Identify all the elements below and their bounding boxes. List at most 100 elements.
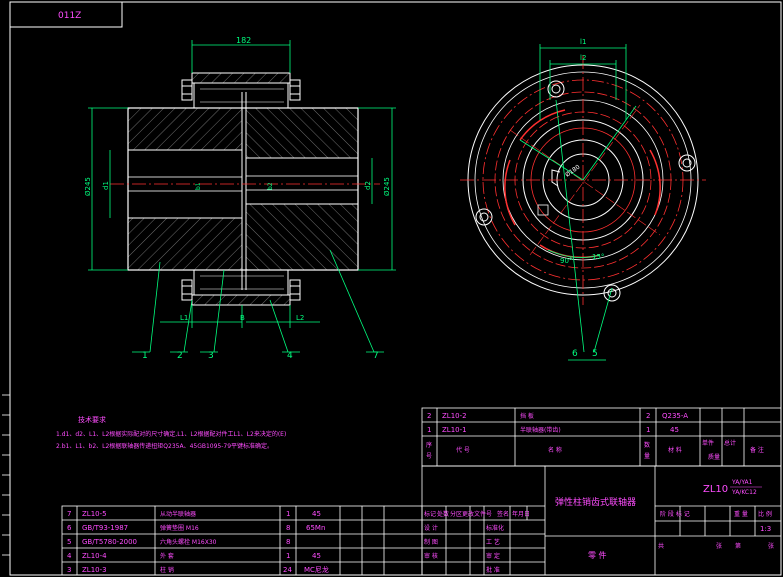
tb-change: 更改文件号 — [462, 510, 492, 518]
svg-text:5: 5 — [67, 538, 71, 546]
ph-remark: 备 注 — [750, 446, 764, 454]
svg-text:MC尼龙: MC尼龙 — [304, 565, 329, 574]
tb-review: 审 核 — [424, 552, 438, 560]
ph-no2: 号 — [426, 453, 432, 460]
svg-text:1: 1 — [286, 510, 290, 518]
tb-scale: 比 例 — [758, 510, 772, 518]
dim-d2: d2 — [364, 181, 372, 190]
svg-text:1: 1 — [286, 552, 290, 560]
left-edge-ticks — [2, 394, 10, 556]
dim-top-text: 182 — [236, 36, 251, 45]
tb-design: 设 计 — [424, 524, 438, 532]
tb-count: 处数 — [437, 510, 449, 518]
svg-text:Q235-A: Q235-A — [662, 412, 688, 420]
svg-text:GB/T93-1987: GB/T93-1987 — [82, 524, 128, 532]
tb-title: 弹性柱销齿式联轴器 — [555, 496, 636, 508]
tb-sheet-no: 第 — [735, 542, 741, 550]
tech-notes-line2: 2.b1、L1、b2、L2根据联轴器传递扭矩Q235A、45GB1095-79平… — [56, 442, 273, 450]
ph-qty: 数 — [644, 441, 650, 449]
svg-text:7: 7 — [67, 510, 71, 518]
svg-text:GB/T5780-2000: GB/T5780-2000 — [82, 538, 137, 546]
lower-part-row-7: 7 ZL10-5 从动半联轴器 1 45 — [67, 510, 321, 518]
tb-mark: 标记 — [424, 510, 436, 518]
center-dia-label: Ø180 — [564, 164, 581, 179]
svg-text:ZL10-1: ZL10-1 — [442, 426, 467, 434]
parts-list-upper-grid — [421, 407, 782, 467]
angle-15: 15° — [592, 253, 604, 261]
ph-unit: 单件 — [702, 439, 714, 447]
lower-part-row-6: 6 GB/T93-1987 弹簧垫圈 M16 8 65Mn — [67, 524, 325, 532]
svg-text:2: 2 — [427, 412, 431, 420]
svg-text:24: 24 — [283, 566, 292, 574]
right-keyway — [245, 175, 359, 191]
tb-spec2: YA/KC12 — [731, 489, 757, 496]
tb-stage: 阶 段 标 记 — [660, 510, 690, 518]
right-hub-lower — [245, 203, 359, 271]
drawing-frame — [9, 1, 782, 576]
balloon-6: 6 — [572, 349, 578, 359]
balloon-1: 1 — [142, 351, 148, 361]
tb-zone: 分区 — [450, 510, 462, 518]
top-sleeve — [191, 72, 291, 84]
dim-b1: b1 — [195, 182, 202, 190]
ph-no: 序 — [426, 441, 432, 449]
bottom-sleeve — [191, 294, 291, 306]
tb-approve: 批 准 — [486, 566, 500, 574]
tb-process: 工 艺 — [486, 538, 500, 546]
dim-l1: l1 — [580, 38, 586, 46]
dim-left-dia: Ø245 — [84, 177, 92, 196]
dim-B: B — [240, 314, 245, 322]
bottom-pins — [193, 269, 289, 296]
dim-L2: L2 — [296, 314, 304, 322]
lower-part-row-4: 4 ZL10-4 外 套 1 45 — [67, 552, 321, 560]
svg-text:45: 45 — [670, 426, 679, 434]
svg-text:6: 6 — [67, 524, 72, 532]
tb-sheet-total: 共 — [658, 542, 664, 550]
dim-L1: L1 — [180, 314, 188, 322]
svg-text:1: 1 — [427, 426, 431, 434]
dim-right-dia: Ø245 — [383, 177, 391, 196]
svg-text:六角头螺栓 M16X30: 六角头螺栓 M16X30 — [160, 538, 217, 546]
cad-drawing-canvas: 011Z 182 Ø245 d1 b1 Ø245 d2 b2 L1 L2 B 1… — [0, 0, 783, 577]
keyway-notch — [551, 169, 561, 187]
svg-text:1: 1 — [646, 426, 650, 434]
tech-notes-line1: 1.d1、d2、L1、L2根据实际配对的尺寸确定,L1、L2根据配对件工L1、L… — [56, 430, 286, 438]
ph-material: 材 料 — [668, 446, 682, 454]
lower-part-row-3: 3 ZL10-3 柱 销 24 MC尼龙 — [67, 565, 329, 574]
lower-part-row-5: 5 GB/T5780-2000 六角头螺栓 M16X30 8 — [67, 538, 290, 546]
svg-text:从动半联轴器: 从动半联轴器 — [160, 510, 196, 518]
right-bore — [245, 157, 359, 205]
svg-text:2: 2 — [646, 412, 650, 420]
svg-text:4: 4 — [67, 552, 72, 560]
svg-text:ZL10-2: ZL10-2 — [442, 412, 467, 420]
svg-text:3: 3 — [67, 566, 71, 574]
tb-part: 零 件 — [588, 550, 607, 560]
svg-text:外 套: 外 套 — [160, 552, 174, 560]
dim-d1: d1 — [102, 181, 110, 190]
tb-sheet: 张 — [716, 542, 722, 550]
left-hub-upper — [127, 107, 243, 151]
balloon-leaders-right — [555, 99, 613, 361]
left-hub-lower — [127, 217, 243, 271]
corner-tag: 011Z — [58, 11, 81, 21]
tech-notes-title: 技术要求 — [78, 415, 106, 424]
ph-name: 名 称 — [548, 446, 562, 454]
balloon-3: 3 — [208, 351, 214, 361]
upper-part-row-1: 1 ZL10-1 半联轴器(带齿) 1 45 — [427, 426, 679, 434]
tb-check: 审 定 — [486, 552, 500, 560]
svg-text:8: 8 — [286, 538, 290, 546]
svg-text:45: 45 — [312, 552, 321, 560]
balloon-4: 4 — [287, 351, 293, 361]
left-section-view: 182 Ø245 d1 b1 Ø245 d2 b2 L1 L2 B 1 2 3 … — [84, 36, 396, 361]
ph-mass: 质量 — [708, 453, 720, 461]
angle-90: 90° — [560, 257, 572, 265]
svg-text:弹簧垫圈 M16: 弹簧垫圈 M16 — [160, 524, 199, 532]
tb-code: ZL10 — [703, 484, 728, 495]
tb-weight: 重 量 — [734, 510, 748, 518]
right-end-view: l1 l2 Ø180 90° 15° 6 5 — [460, 38, 706, 361]
svg-text:柱 销: 柱 销 — [160, 566, 174, 574]
svg-text:ZL10-3: ZL10-3 — [82, 566, 107, 574]
tb-scale-value: 1:3 — [760, 525, 771, 533]
svg-text:8: 8 — [286, 524, 290, 532]
tb-drawing: 制 图 — [424, 538, 438, 546]
